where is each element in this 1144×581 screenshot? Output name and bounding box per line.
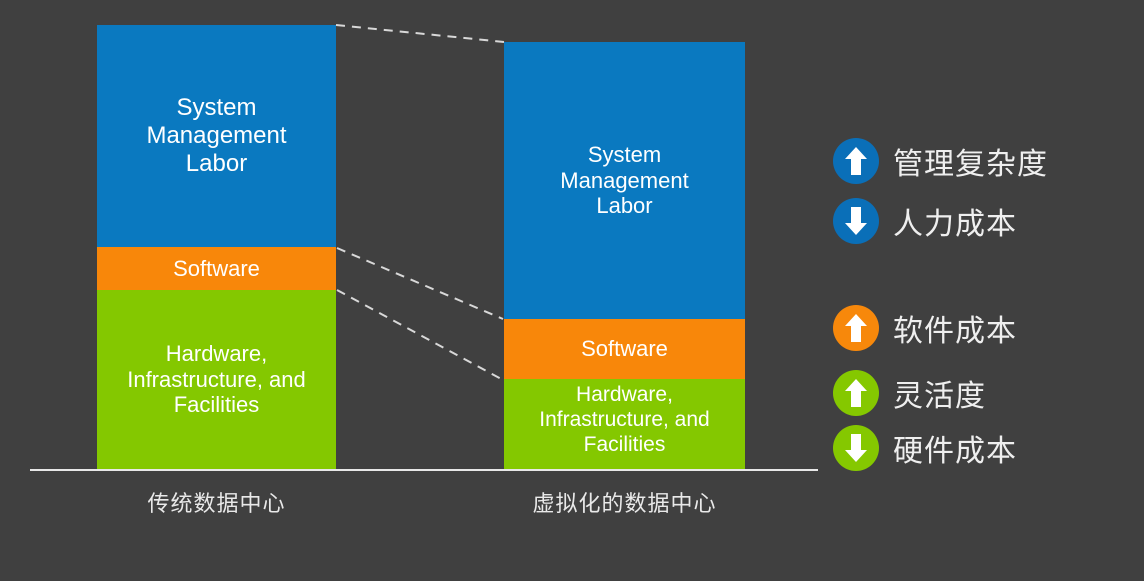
legend-label: 灵活度: [893, 380, 986, 413]
arrow-up-circle-icon: [833, 305, 879, 351]
software-bottom-connector-line: [336, 289, 504, 381]
segment-label: Software: [173, 255, 260, 281]
axis-baseline: [30, 469, 818, 471]
bar-traditional-data-center[interactable]: System Management Labor Software Hardwar…: [97, 25, 336, 469]
top-connector-line: [335, 24, 505, 43]
legend-label: 软件成本: [893, 315, 1017, 348]
legend-label: 管理复杂度: [893, 148, 1048, 181]
category-label-virtualized: 虚拟化的数据中心: [532, 491, 717, 516]
legend-item-labor-cost[interactable]: 人力成本: [833, 198, 1017, 244]
legend-item-management-complexity[interactable]: 管理复杂度: [833, 138, 1048, 184]
bar-segment-system-management-labor[interactable]: System Management Labor: [504, 42, 745, 319]
arrow-up-circle-icon: [833, 370, 879, 416]
legend-label: 人力成本: [893, 208, 1017, 241]
arrow-up-circle-icon: [833, 138, 879, 184]
bar-segment-software[interactable]: Software: [97, 247, 336, 290]
bar-segment-hardware-infrastructure-facilities[interactable]: Hardware, Infrastructure, and Facilities: [504, 379, 745, 469]
bar-virtualized-data-center[interactable]: System Management Labor Software Hardwar…: [504, 42, 745, 469]
legend-item-software-cost[interactable]: 软件成本: [833, 305, 1017, 351]
slide-canvas: System Management Labor Software Hardwar…: [0, 0, 1144, 581]
legend-item-hardware-cost[interactable]: 硬件成本: [833, 425, 1017, 471]
category-label-traditional: 传统数据中心: [147, 491, 286, 516]
arrow-down-circle-icon: [833, 198, 879, 244]
segment-label: Hardware, Infrastructure, and Facilities: [127, 340, 306, 418]
software-top-connector-line: [336, 247, 504, 320]
legend-item-flexibility[interactable]: 灵活度: [833, 370, 986, 416]
segment-label: System Management Labor: [146, 93, 287, 178]
segment-label: Hardware, Infrastructure, and Facilities: [539, 383, 710, 456]
segment-label: Software: [581, 336, 668, 362]
legend-label: 硬件成本: [893, 435, 1017, 468]
arrow-down-circle-icon: [833, 425, 879, 471]
bar-segment-software[interactable]: Software: [504, 319, 745, 379]
bar-segment-system-management-labor[interactable]: System Management Labor: [97, 25, 336, 247]
segment-label: System Management Labor: [560, 141, 689, 219]
bar-segment-hardware-infrastructure-facilities[interactable]: Hardware, Infrastructure, and Facilities: [97, 290, 336, 469]
